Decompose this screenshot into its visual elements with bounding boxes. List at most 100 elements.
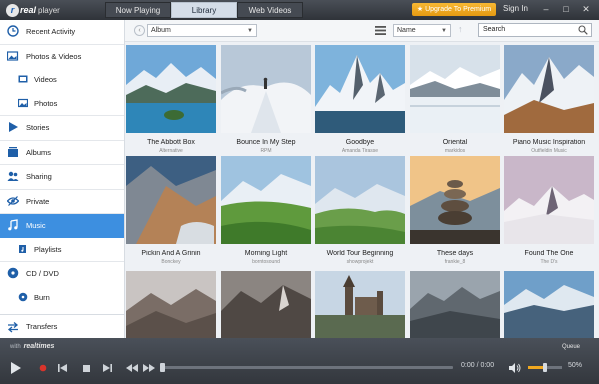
sidebar-item-label: Photos & Videos bbox=[26, 51, 82, 61]
album-cover bbox=[504, 156, 594, 244]
record-button[interactable] bbox=[35, 360, 51, 376]
sort-select[interactable]: Name ▼ bbox=[393, 24, 451, 37]
album-card[interactable] bbox=[315, 271, 405, 338]
album-cover bbox=[126, 271, 216, 338]
upgrade-premium-button[interactable]: ★ Upgrade To Premium bbox=[412, 3, 496, 16]
album-artist: RPM bbox=[260, 148, 272, 154]
sort-direction-icon[interactable]: ↑ bbox=[458, 24, 463, 34]
seek-bar[interactable] bbox=[160, 363, 453, 372]
search-icon bbox=[578, 25, 588, 35]
burn-icon bbox=[17, 291, 29, 303]
sidebar-item-label: Sharing bbox=[26, 172, 52, 182]
sidebar-item-music[interactable]: Music bbox=[0, 214, 124, 238]
album-card[interactable]: These days frankie_8 bbox=[410, 156, 500, 268]
sidebar-item-cd-dvd[interactable]: CD / DVD bbox=[0, 262, 124, 286]
album-title: Pickin And A Grinin bbox=[141, 250, 201, 257]
view-select[interactable]: Album ▼ bbox=[147, 24, 257, 37]
album-cover bbox=[315, 45, 405, 133]
volume-handle[interactable] bbox=[543, 363, 547, 372]
sidebar-item-label: Music bbox=[26, 221, 46, 231]
sidebar-item-private[interactable]: Private bbox=[0, 190, 124, 214]
album-artist: Amanda Tirasse bbox=[341, 148, 379, 154]
album-grid: The Abbott Box Alternative Bounce In My … bbox=[125, 42, 599, 338]
sidebar-item-label: Photos bbox=[34, 98, 58, 108]
album-artist: markidos bbox=[444, 148, 466, 154]
tab-web-videos[interactable]: Web Videos bbox=[237, 2, 303, 18]
play-stories-icon bbox=[7, 121, 19, 133]
tab-now-playing[interactable]: Now Playing bbox=[105, 2, 171, 18]
album-card[interactable]: Found The One The D's bbox=[504, 156, 594, 268]
sidebar-item-recent-activity[interactable]: Recent Activity bbox=[0, 20, 124, 44]
album-card[interactable]: World Tour Beginning showprojekt bbox=[315, 156, 405, 268]
playlist-icon bbox=[17, 243, 29, 255]
minimize-button[interactable]: – bbox=[539, 3, 553, 16]
album-cover bbox=[126, 45, 216, 133]
album-card[interactable] bbox=[504, 271, 594, 338]
sidebar-item-sharing[interactable]: Sharing bbox=[0, 165, 124, 189]
album-cover bbox=[504, 271, 594, 338]
chevron-down-icon: ▼ bbox=[441, 28, 447, 34]
main-tabs: Now Playing Library Web Videos bbox=[105, 2, 303, 18]
next-track-button[interactable] bbox=[99, 360, 115, 376]
sidebar-item-albums[interactable]: Albums bbox=[0, 141, 124, 165]
album-card[interactable] bbox=[221, 271, 311, 338]
search-input[interactable]: Search bbox=[478, 23, 592, 37]
album-card[interactable]: Goodbye Amanda Tirasse bbox=[315, 45, 405, 157]
sidebar-item-burn[interactable]: Burn bbox=[0, 286, 124, 310]
seek-handle[interactable] bbox=[160, 363, 165, 372]
album-cover bbox=[410, 156, 500, 244]
sidebar-item-stories[interactable]: Stories bbox=[0, 116, 124, 140]
album-card[interactable]: Piano Music Inspiration Outfieldin Music bbox=[504, 45, 594, 157]
fast-forward-button[interactable] bbox=[141, 360, 157, 376]
previous-track-button[interactable] bbox=[55, 360, 71, 376]
transfers-label: Transfers bbox=[26, 322, 58, 331]
rewind-button[interactable] bbox=[124, 360, 140, 376]
album-card[interactable]: Pickin And A Grinin Bonckey bbox=[126, 156, 216, 268]
list-view-icon[interactable] bbox=[375, 25, 386, 36]
album-card[interactable] bbox=[126, 271, 216, 338]
volume-icon[interactable] bbox=[507, 360, 523, 376]
sidebar-item-playlists[interactable]: Playlists bbox=[0, 238, 124, 262]
music-note-icon bbox=[7, 219, 19, 231]
album-card[interactable]: The Abbott Box Alternative bbox=[126, 45, 216, 157]
sign-in-link[interactable]: Sign In bbox=[503, 4, 528, 13]
player-controls: with realtimes Queue 0:00 / 0:00 50% bbox=[0, 338, 599, 384]
album-artist: The D's bbox=[540, 259, 558, 265]
album-cover bbox=[410, 271, 500, 338]
album-title: Oriental bbox=[442, 139, 468, 146]
album-card[interactable] bbox=[410, 271, 500, 338]
queue-button[interactable]: Queue bbox=[562, 344, 580, 350]
sidebar-item-label: Private bbox=[26, 196, 50, 206]
sort-select-value: Name bbox=[397, 27, 416, 34]
eye-icon bbox=[7, 195, 19, 207]
album-card[interactable]: Oriental markidos bbox=[410, 45, 500, 157]
album-artist: Alternative bbox=[159, 148, 183, 154]
sidebar-item-videos[interactable]: Videos bbox=[0, 68, 124, 92]
transfer-arrows-icon bbox=[7, 321, 19, 333]
sidebar-item-label: Playlists bbox=[34, 244, 62, 254]
sidebar-item-label: Videos bbox=[34, 75, 57, 85]
album-artist: showprojekt bbox=[346, 259, 374, 265]
album-cover bbox=[410, 45, 500, 133]
album-card[interactable]: Morning Light borntosound bbox=[221, 156, 311, 268]
back-button[interactable]: ‹ bbox=[134, 25, 145, 36]
close-window-button[interactable]: ✕ bbox=[579, 3, 593, 16]
tab-library[interactable]: Library bbox=[171, 2, 237, 18]
play-button[interactable] bbox=[8, 360, 24, 376]
albums-icon bbox=[7, 146, 19, 158]
volume-slider[interactable] bbox=[528, 363, 562, 372]
album-title: Found The One bbox=[524, 250, 574, 257]
album-cover bbox=[315, 156, 405, 244]
disc-icon bbox=[7, 267, 19, 279]
maximize-button[interactable]: □ bbox=[559, 3, 573, 16]
sidebar-item-photos-videos[interactable]: Photos & Videos bbox=[0, 45, 124, 69]
album-cover bbox=[315, 271, 405, 338]
sidebar-item-photos[interactable]: Photos bbox=[0, 92, 124, 116]
album-title: The Abbott Box bbox=[147, 139, 195, 146]
volume-percent: 50% bbox=[568, 362, 583, 369]
stop-button[interactable] bbox=[78, 360, 94, 376]
sidebar-item-transfers[interactable]: Transfers bbox=[0, 314, 124, 338]
sidebar-item-label: CD / DVD bbox=[26, 269, 59, 279]
album-card[interactable]: Bounce In My Step RPM bbox=[221, 45, 311, 157]
realtimes-logo: realtimes bbox=[23, 343, 55, 350]
